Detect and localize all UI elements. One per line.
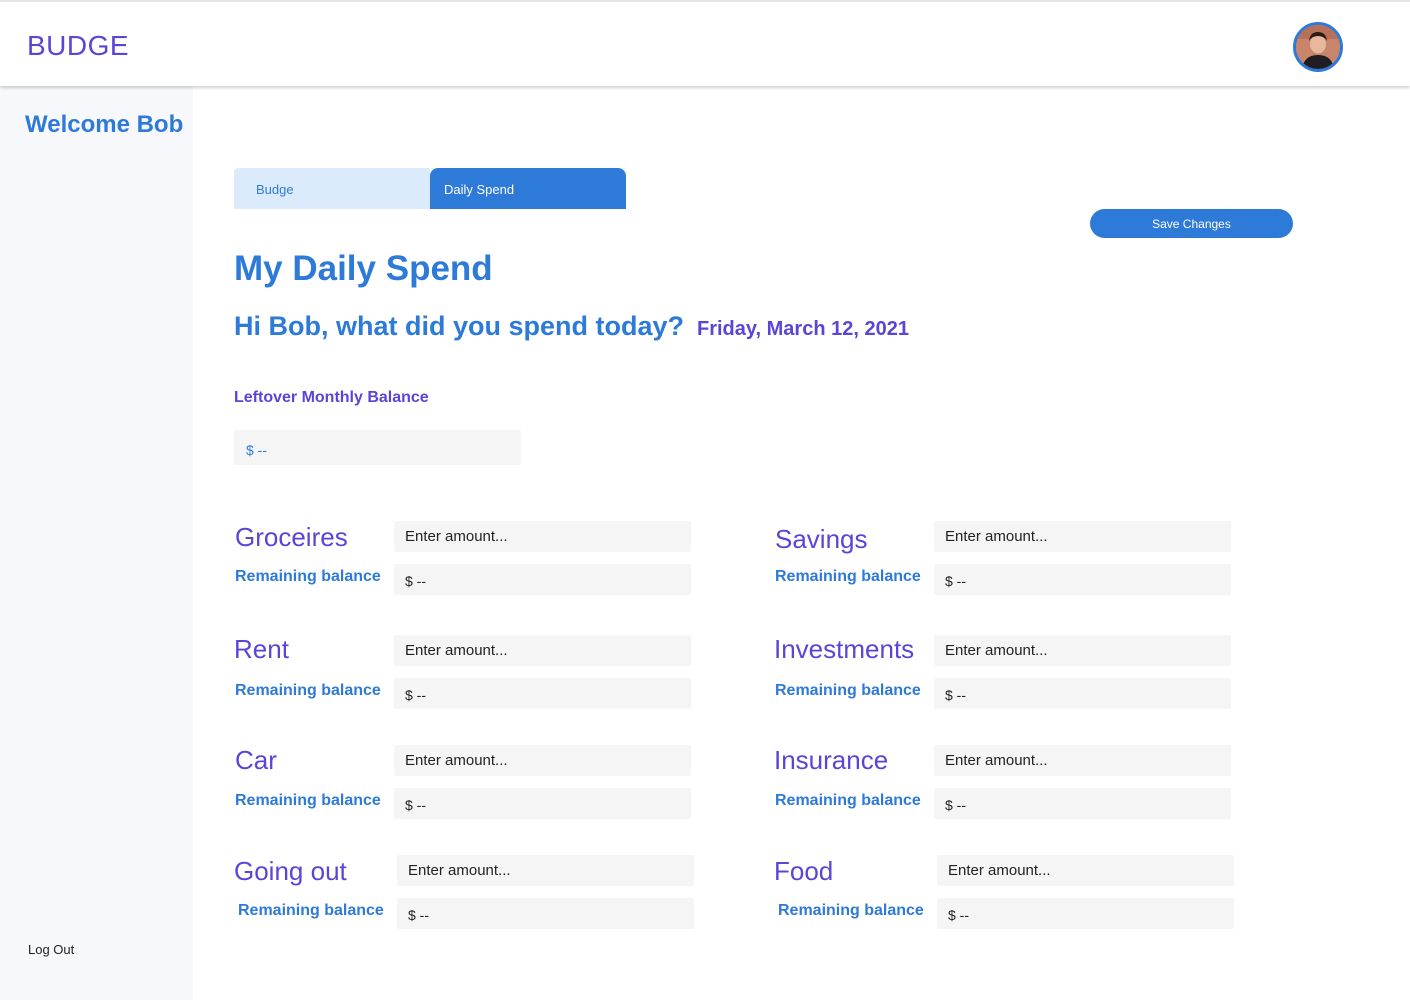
remaining-balance-label: Remaining balance <box>235 682 381 699</box>
category-name-groceries: Groceires <box>235 522 348 552</box>
car-remaining-value: $ -- <box>394 788 691 819</box>
investments-amount-input[interactable] <box>934 635 1231 666</box>
category-name-going-out: Going out <box>234 856 347 886</box>
remaining-balance-label: Remaining balance <box>238 902 384 919</box>
leftover-balance-label: Leftover Monthly Balance <box>234 389 429 406</box>
tab-daily-spend[interactable]: Daily Spend <box>430 168 626 209</box>
remaining-balance-label: Remaining balance <box>235 792 381 809</box>
category-name-insurance: Insurance <box>774 745 889 775</box>
current-date: Friday, March 12, 2021 <box>697 318 909 340</box>
car-amount-input[interactable] <box>394 745 691 776</box>
leftover-balance-value: $ -- <box>234 430 521 465</box>
greeting-heading: Hi Bob, what did you spend today? <box>234 311 684 341</box>
user-avatar[interactable] <box>1293 22 1343 72</box>
insurance-remaining-value: $ -- <box>934 788 1231 819</box>
category-name-savings: Savings <box>775 524 868 554</box>
welcome-text: Welcome Bob <box>25 111 184 138</box>
sidebar: Welcome Bob Log Out <box>0 86 193 1000</box>
category-name-car: Car <box>235 745 277 775</box>
save-changes-button[interactable]: Save Changes <box>1090 209 1293 238</box>
tab-budge[interactable]: Budge <box>234 168 430 209</box>
top-bar: BUDGE <box>0 0 1410 86</box>
insurance-amount-input[interactable] <box>934 745 1231 776</box>
category-name-food: Food <box>774 856 834 886</box>
rent-amount-input[interactable] <box>394 635 691 666</box>
avatar-photo-icon <box>1296 25 1340 69</box>
remaining-balance-label: Remaining balance <box>775 568 921 585</box>
brand-logo[interactable]: BUDGE <box>27 30 129 62</box>
rent-remaining-value: $ -- <box>394 678 691 709</box>
remaining-balance-label: Remaining balance <box>775 682 921 699</box>
going-out-amount-input[interactable] <box>397 855 694 886</box>
category-name-investments: Investments <box>774 634 915 664</box>
groceries-remaining-value: $ -- <box>394 564 691 595</box>
groceries-amount-input[interactable] <box>394 521 691 552</box>
page-title: My Daily Spend <box>234 249 493 288</box>
remaining-balance-label: Remaining balance <box>778 902 924 919</box>
logout-link[interactable]: Log Out <box>28 942 74 957</box>
going-out-remaining-value: $ -- <box>397 898 694 929</box>
category-name-rent: Rent <box>234 634 289 664</box>
savings-remaining-value: $ -- <box>934 564 1231 595</box>
investments-remaining-value: $ -- <box>934 678 1231 709</box>
food-remaining-value: $ -- <box>937 898 1234 929</box>
remaining-balance-label: Remaining balance <box>235 568 381 585</box>
remaining-balance-label: Remaining balance <box>775 792 921 809</box>
savings-amount-input[interactable] <box>934 521 1231 552</box>
food-amount-input[interactable] <box>937 855 1234 886</box>
